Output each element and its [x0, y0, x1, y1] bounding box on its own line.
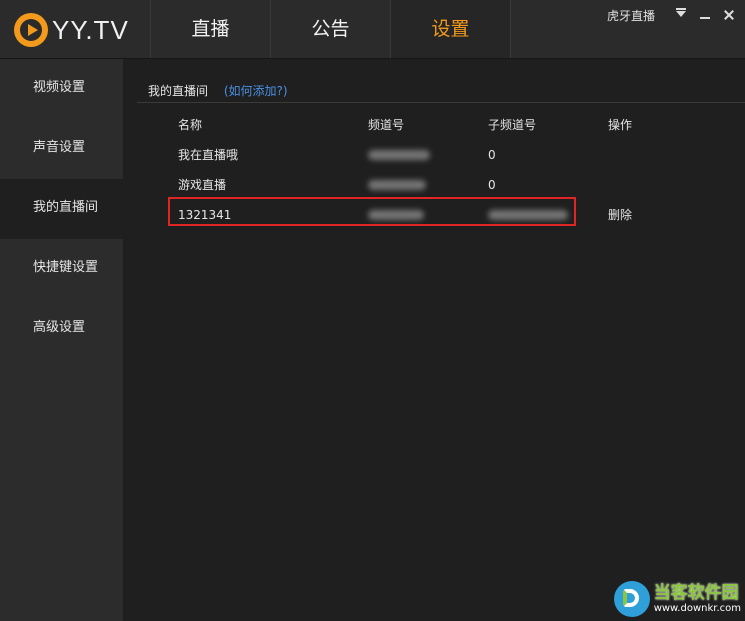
- watermark-url: www.downkr.com: [653, 602, 741, 614]
- sub-channel-id: 0: [488, 178, 496, 192]
- column-header-action: 操作: [608, 118, 633, 132]
- section-divider: [137, 102, 745, 103]
- window-controls: 虎牙直播: [607, 0, 745, 30]
- section-header: 我的直播间 (如何添加?): [148, 82, 288, 99]
- logo-text: YY.TV: [52, 14, 129, 45]
- yy-logo-icon: [14, 13, 48, 47]
- table-row[interactable]: 我在直播哦 0: [178, 147, 698, 177]
- room-name: 游戏直播: [178, 178, 227, 192]
- title-bar: YY.TV 直播 公告 设置 虎牙直播: [0, 0, 745, 59]
- highlight-box: [168, 197, 576, 226]
- delete-link[interactable]: 删除: [608, 207, 632, 223]
- main-tabs: 直播 公告 设置: [150, 0, 511, 58]
- watermark: 当客软件园 www.downkr.com: [613, 581, 741, 617]
- sub-channel-id: 0: [488, 148, 496, 162]
- settings-sidebar: 视频设置 声音设置 我的直播间 快捷键设置 高级设置: [0, 59, 123, 621]
- dropdown-menu-icon[interactable]: [673, 7, 689, 23]
- sidebar-item-video[interactable]: 视频设置: [0, 59, 123, 119]
- column-header-subchannel: 子频道号: [488, 118, 537, 132]
- column-header-channel: 频道号: [368, 118, 405, 132]
- close-icon[interactable]: [721, 7, 737, 23]
- sidebar-item-audio[interactable]: 声音设置: [0, 119, 123, 179]
- column-header-name: 名称: [178, 118, 203, 132]
- minimize-icon[interactable]: [697, 7, 713, 23]
- settings-content: 我的直播间 (如何添加?) 名称 频道号 子频道号 操作 我在直播哦 0 游戏直…: [123, 59, 745, 621]
- tab-settings[interactable]: 设置: [390, 0, 511, 58]
- tab-announcement[interactable]: 公告: [270, 0, 390, 58]
- sidebar-item-hotkeys[interactable]: 快捷键设置: [0, 239, 123, 299]
- channel-id-redacted: [368, 147, 430, 164]
- section-title: 我的直播间: [148, 84, 209, 98]
- sidebar-item-advanced[interactable]: 高级设置: [0, 299, 123, 359]
- room-name: 我在直播哦: [178, 148, 239, 162]
- how-to-add-link[interactable]: (如何添加?): [224, 84, 288, 98]
- watermark-logo-icon: [613, 581, 650, 617]
- tab-live[interactable]: 直播: [150, 0, 270, 58]
- channel-id-redacted: [368, 177, 426, 194]
- brand-label: 虎牙直播: [606, 8, 655, 23]
- table-header: 名称 频道号 子频道号 操作: [178, 117, 698, 147]
- app-logo: YY.TV: [14, 13, 129, 47]
- watermark-title: 当客软件园: [653, 582, 739, 603]
- sidebar-item-my-room[interactable]: 我的直播间: [0, 179, 123, 239]
